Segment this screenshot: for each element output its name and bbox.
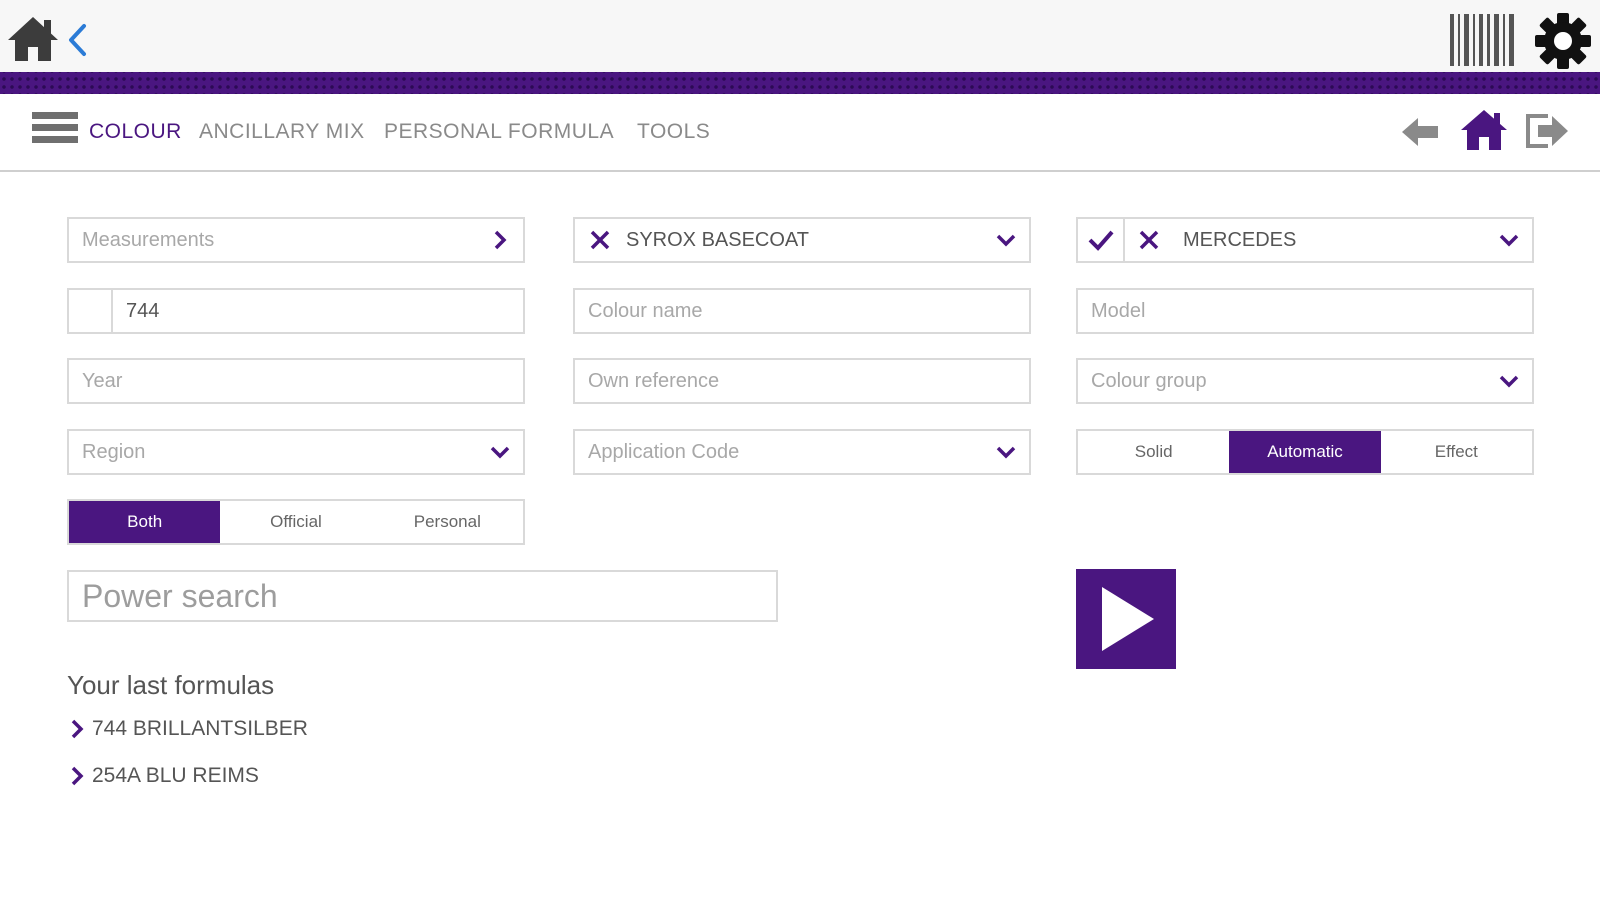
own-reference-field[interactable]: Own reference [573,358,1031,404]
search-go-button[interactable] [1076,569,1176,669]
chevron-down-icon [490,446,510,459]
make-confirm-cell [1078,219,1125,261]
model-field[interactable]: Model [1076,288,1534,334]
source-filter-toggle: Both Official Personal [67,499,525,545]
colour-swatch [69,290,113,332]
last-formula-label: 254A BLU REIMS [92,764,259,787]
home-icon[interactable] [1460,108,1508,152]
tab-tools[interactable]: TOOLS [637,120,710,144]
finish-filter-toggle: Solid Automatic Effect [1076,429,1534,475]
tab-ancillary-mix[interactable]: ANCILLARY MIX [199,120,365,144]
chevron-down-icon [1499,375,1519,388]
logout-icon[interactable] [1524,110,1570,152]
model-placeholder: Model [1091,299,1146,322]
own-reference-placeholder: Own reference [588,369,720,392]
main-nav: COLOUR ANCILLARY MIX PERSONAL FORMULA TO… [0,94,1600,172]
colour-code-field[interactable]: 744 [67,288,525,334]
power-search-placeholder: Power search [82,577,278,614]
colour-code-value: 744 [126,299,160,322]
application-code-select[interactable]: Application Code [573,429,1031,475]
chevron-down-icon [1499,234,1519,247]
year-field[interactable]: Year [67,358,525,404]
chevron-left-icon[interactable] [66,22,88,58]
power-search-input[interactable]: Power search [67,570,778,622]
finish-option-effect[interactable]: Effect [1381,431,1532,473]
application-code-placeholder: Application Code [588,440,740,463]
source-option-personal[interactable]: Personal [372,501,523,543]
gear-icon[interactable] [1534,12,1592,70]
colour-name-placeholder: Colour name [588,299,703,322]
chevron-right-icon [71,766,84,786]
clear-product-icon[interactable] [588,228,612,252]
product-select[interactable]: SYROX BASECOAT [573,217,1031,263]
measurements-field[interactable]: Measurements [67,217,525,263]
colour-name-field[interactable]: Colour name [573,288,1031,334]
make-select[interactable]: MERCEDES [1076,217,1534,263]
last-formula-item[interactable]: 744 BRILLANTSILBER [70,717,308,741]
check-icon[interactable] [1087,228,1115,252]
brand-stripe [0,72,1600,94]
colour-group-select[interactable]: Colour group [1076,358,1534,404]
last-formula-label: 744 BRILLANTSILBER [92,717,308,740]
source-option-official[interactable]: Official [220,501,371,543]
play-icon [1102,587,1154,651]
tab-personal-formula[interactable]: PERSONAL FORMULA [384,120,614,144]
top-app-bar [0,0,1600,72]
last-formulas-title: Your last formulas [67,670,275,700]
product-value: SYROX BASECOAT [626,228,810,251]
region-select[interactable]: Region [67,429,525,475]
barcode-icon[interactable] [1448,12,1518,68]
home-icon[interactable] [6,14,60,64]
make-value: MERCEDES [1183,228,1297,251]
region-placeholder: Region [82,440,146,463]
colour-group-placeholder: Colour group [1091,369,1207,392]
chevron-right-icon [71,719,84,739]
tab-colour[interactable]: COLOUR [89,120,182,144]
finish-option-solid[interactable]: Solid [1078,431,1229,473]
last-formula-item[interactable]: 254A BLU REIMS [70,764,259,788]
arrow-left-icon[interactable] [1400,114,1440,150]
year-placeholder: Year [82,369,123,392]
chevron-down-icon [996,446,1016,459]
chevron-right-icon [494,230,507,250]
finish-option-automatic[interactable]: Automatic [1229,431,1381,473]
clear-make-icon[interactable] [1137,228,1161,252]
chevron-down-icon [996,234,1016,247]
hamburger-menu-icon[interactable] [32,112,78,152]
source-option-both[interactable]: Both [69,501,221,543]
measurements-placeholder: Measurements [82,228,215,251]
